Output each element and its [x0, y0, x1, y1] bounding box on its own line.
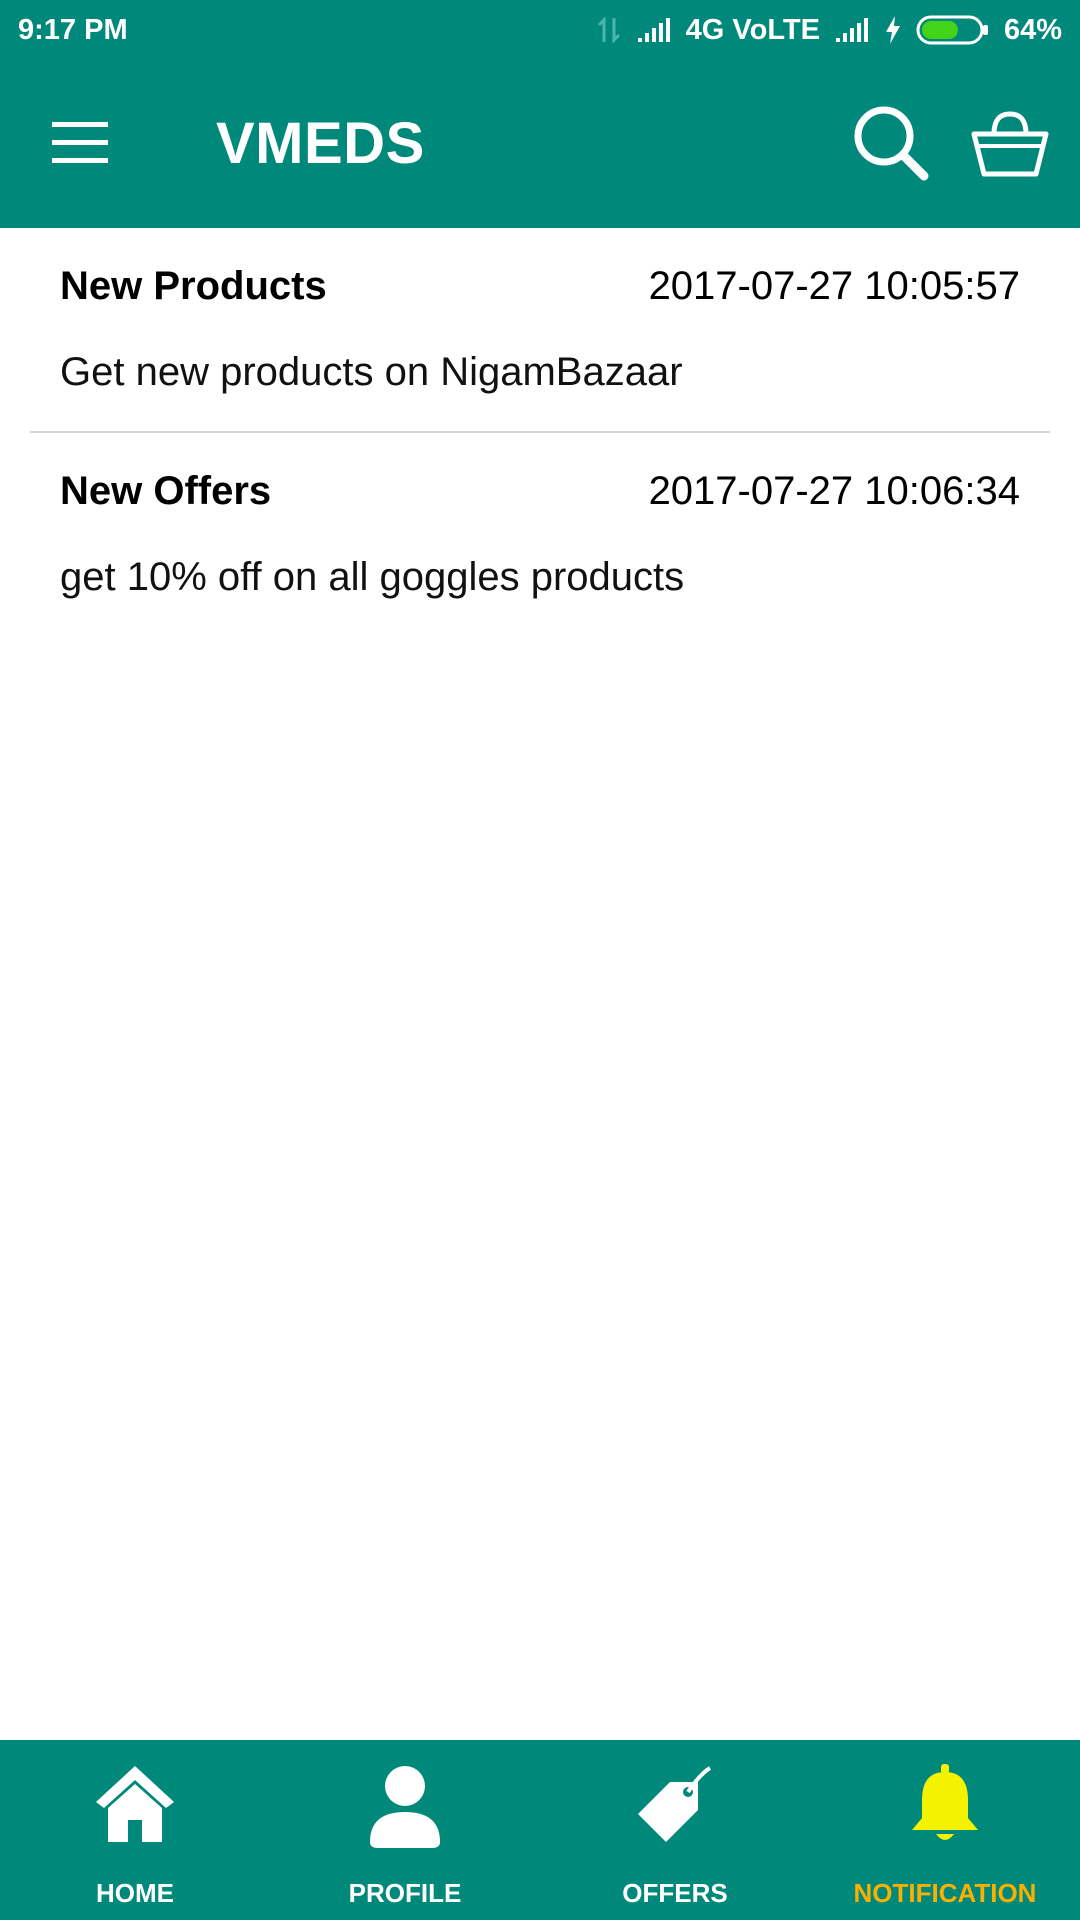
tag-icon [638, 1766, 712, 1842]
notification-item[interactable]: New Products 2017-07-27 10:05:57 Get new… [0, 228, 1080, 433]
nav-profile-label: PROFILE [348, 1878, 462, 1908]
signal-icon [637, 18, 670, 42]
charging-icon [885, 16, 900, 44]
status-indicators: 4G VoLTE 64% [596, 14, 1062, 47]
home-icon [96, 1766, 174, 1842]
nav-profile[interactable]: PROFILE [270, 1740, 540, 1920]
hamburger-menu-icon[interactable] [50, 118, 112, 168]
nav-notification-label: NOTIFICATION [853, 1878, 1037, 1908]
battery-icon [916, 15, 990, 45]
nav-offers-label: OFFERS [622, 1878, 728, 1908]
bottom-navigation: HOME PROFILE OFFERS NOTIFICATION [0, 1740, 1080, 1920]
data-transfer-icon [597, 16, 620, 44]
notification-list: New Products 2017-07-27 10:05:57 Get new… [0, 228, 1080, 638]
notification-title: New Products [60, 264, 327, 308]
app-bar: VMEDS [0, 60, 1080, 228]
nav-notification[interactable]: NOTIFICATION [810, 1740, 1080, 1920]
nav-home[interactable]: HOME [0, 1740, 270, 1920]
status-time: 9:17 PM [18, 13, 128, 46]
notification-title: New Offers [60, 469, 272, 513]
shopping-basket-icon[interactable] [970, 108, 1050, 180]
app-title: VMEDS [216, 111, 425, 176]
search-icon[interactable] [850, 102, 932, 184]
nav-offers[interactable]: OFFERS [540, 1740, 810, 1920]
profile-icon [370, 1766, 440, 1848]
battery-percent: 64% [1003, 13, 1062, 46]
bell-icon [912, 1764, 978, 1840]
status-bar: 9:17 PM 4G VoLTE 64% [0, 0, 1080, 60]
signal-icon-2 [835, 18, 868, 42]
notification-message: get 10% off on all goggles products [60, 555, 685, 599]
nav-home-label: HOME [96, 1878, 174, 1908]
notification-time: 2017-07-27 10:06:34 [648, 469, 1020, 513]
notification-time: 2017-07-27 10:05:57 [648, 264, 1020, 308]
notification-item[interactable]: New Offers 2017-07-27 10:06:34 get 10% o… [0, 433, 1080, 638]
notification-message: Get new products on NigamBazaar [60, 350, 683, 394]
network-label: 4G VoLTE [685, 13, 820, 46]
